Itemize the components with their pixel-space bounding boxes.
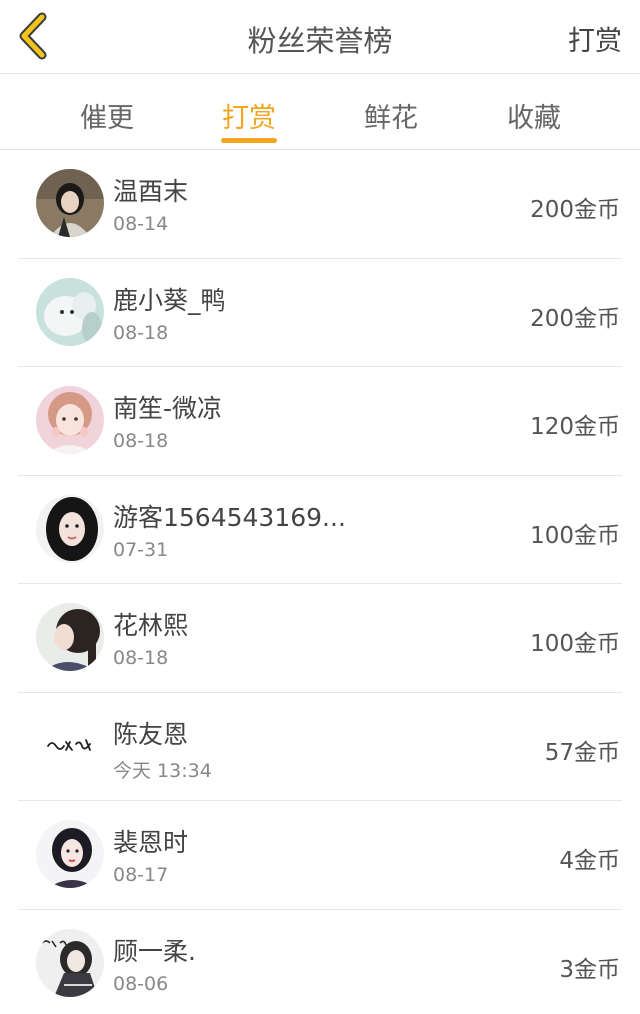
top-bar: 粉丝荣誉榜 打赏 (0, 0, 640, 74)
fan-name: 花林熙 (113, 611, 189, 640)
tab-favorites[interactable]: 收藏 (474, 96, 594, 135)
tip-date: 08-17 (113, 864, 169, 886)
tip-date: 08-14 (113, 213, 169, 235)
list-item[interactable]: 顾一柔. 08-06 3金币 (18, 910, 622, 1014)
page-title: 粉丝荣誉榜 (247, 24, 393, 58)
ranking-list: 温酉末 08-14 200金币 鹿小葵_鸭 08-18 200金币 南笙-微凉 … (0, 150, 640, 1014)
tip-amount: 200金币 (530, 197, 620, 223)
tip-button[interactable]: 打赏 (568, 19, 622, 58)
list-item[interactable]: 游客1564543169... 07-31 100金币 (18, 476, 622, 584)
list-item[interactable]: 南笙-微凉 08-18 120金币 (18, 367, 622, 476)
tip-amount: 200金币 (530, 305, 620, 332)
avatar[interactable] (36, 169, 104, 237)
tip-date: 07-31 (113, 538, 169, 561)
fan-name: 温酉末 (113, 177, 189, 206)
tab-urge[interactable]: 催更 (47, 96, 167, 135)
tip-amount: 57金币 (544, 739, 620, 766)
avatar[interactable] (36, 928, 104, 997)
tip-amount: 100金币 (530, 631, 620, 657)
avatar[interactable] (36, 386, 104, 454)
list-item[interactable]: 裴恩时 08-17 4金币 (18, 801, 622, 910)
active-tab-indicator (221, 138, 277, 143)
tip-amount: 100金币 (530, 522, 620, 549)
avatar[interactable] (36, 603, 104, 671)
avatar[interactable] (36, 494, 104, 563)
avatar[interactable] (36, 277, 104, 346)
tab-tip[interactable]: 打赏 (189, 96, 309, 135)
list-item[interactable]: 陈友恩 今天 13:34 57金币 (18, 693, 622, 801)
tip-date: 08-18 (113, 647, 169, 669)
fan-name: 陈友恩 (113, 719, 189, 749)
tip-date: 08-18 (113, 321, 169, 344)
tip-date: 08-06 (113, 972, 169, 995)
list-item[interactable]: 温酉末 08-14 200金币 (18, 150, 622, 259)
tip-amount: 4金币 (559, 848, 620, 874)
fan-name: 游客1564543169... (113, 502, 346, 532)
list-item[interactable]: 鹿小葵_鸭 08-18 200金币 (18, 259, 622, 367)
fan-name: 裴恩时 (113, 828, 189, 857)
fan-name: 鹿小葵_鸭 (113, 285, 226, 315)
fan-name: 南笙-微凉 (113, 394, 223, 423)
tip-date: 今天 13:34 (113, 759, 212, 782)
tab-bar: 催更 打赏 鲜花 收藏 (0, 74, 640, 150)
avatar[interactable] (36, 820, 104, 888)
list-item[interactable]: 花林熙 08-18 100金币 (18, 584, 622, 693)
tip-amount: 3金币 (559, 956, 620, 983)
tip-date: 08-18 (113, 430, 169, 452)
fan-name: 顾一柔. (113, 936, 196, 966)
tab-flowers[interactable]: 鲜花 (331, 96, 451, 135)
avatar[interactable] (36, 711, 104, 780)
tip-amount: 120金币 (530, 414, 620, 440)
